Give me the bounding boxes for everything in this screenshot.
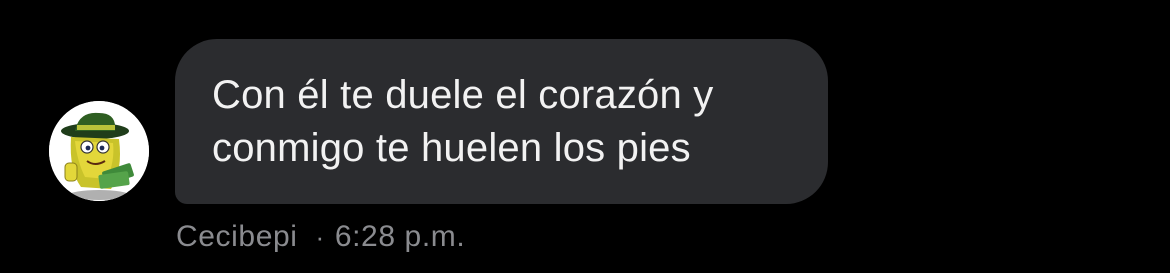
message-meta: Cecibepi · 6:28 p.m.: [176, 217, 465, 257]
meta-separator: ·: [315, 221, 325, 252]
message-text: Con él te duele el corazón y conmigo te …: [212, 73, 714, 170]
cartoon-avatar-icon: [49, 101, 149, 201]
sender-name[interactable]: Cecibepi: [176, 220, 298, 254]
message-bubble[interactable]: Con él te duele el corazón y conmigo te …: [175, 39, 828, 204]
message-row: Con él te duele el corazón y conmigo te …: [0, 0, 1170, 273]
sender-avatar[interactable]: [49, 101, 149, 201]
message-timestamp: 6:28 p.m.: [334, 220, 466, 253]
